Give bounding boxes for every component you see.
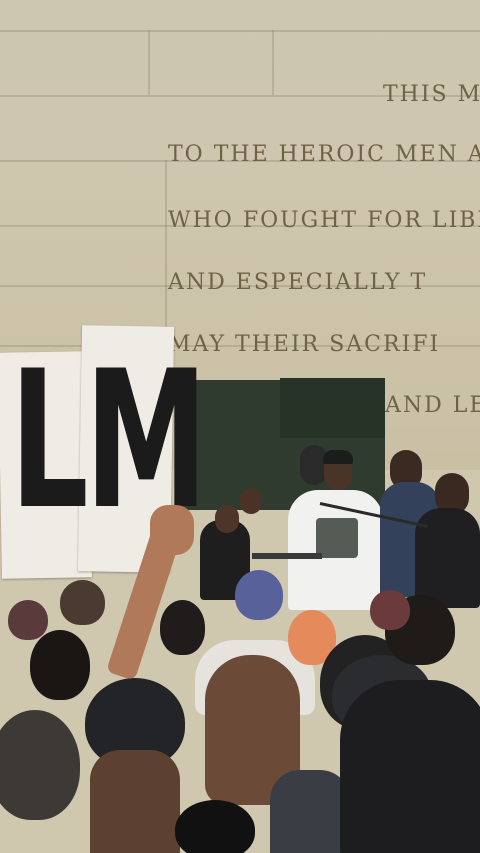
shirt-print [316,518,358,558]
crowd-head [8,600,48,640]
black-cap-foreground [340,680,480,853]
wall-seam [0,30,480,32]
inscription-line: MAY THEIR SACRIFI [168,332,441,357]
crowd-head [160,600,205,655]
red-cap [370,590,410,630]
person-head [215,505,239,533]
crowd-bandana-head [235,570,283,620]
lectern [252,553,322,559]
crowd-body [270,770,350,853]
inscription-line: WHO FOUGHT FOR LIBE [168,208,480,233]
inscription-line: AND LE [385,393,480,418]
wall-seam [148,30,150,95]
inscription-line: TO THE HEROIC MEN AN [168,142,480,167]
crowd-head [30,630,90,700]
photo-scene: THIS M TO THE HEROIC MEN AN WHO FOUGHT F… [0,0,480,853]
crowd-head [175,800,255,853]
covered-panel [280,378,385,438]
inscription-line: AND ESPECIALLY T [168,270,428,295]
crowd-body [90,750,180,853]
speaker-cap [323,450,353,464]
crowd-head [0,710,80,820]
inscription-line: THIS M [383,82,480,107]
crowd-head [60,580,105,625]
crowd [0,505,480,853]
wall-seam [272,30,274,95]
raised-fist [150,505,194,555]
person-head [240,488,262,514]
